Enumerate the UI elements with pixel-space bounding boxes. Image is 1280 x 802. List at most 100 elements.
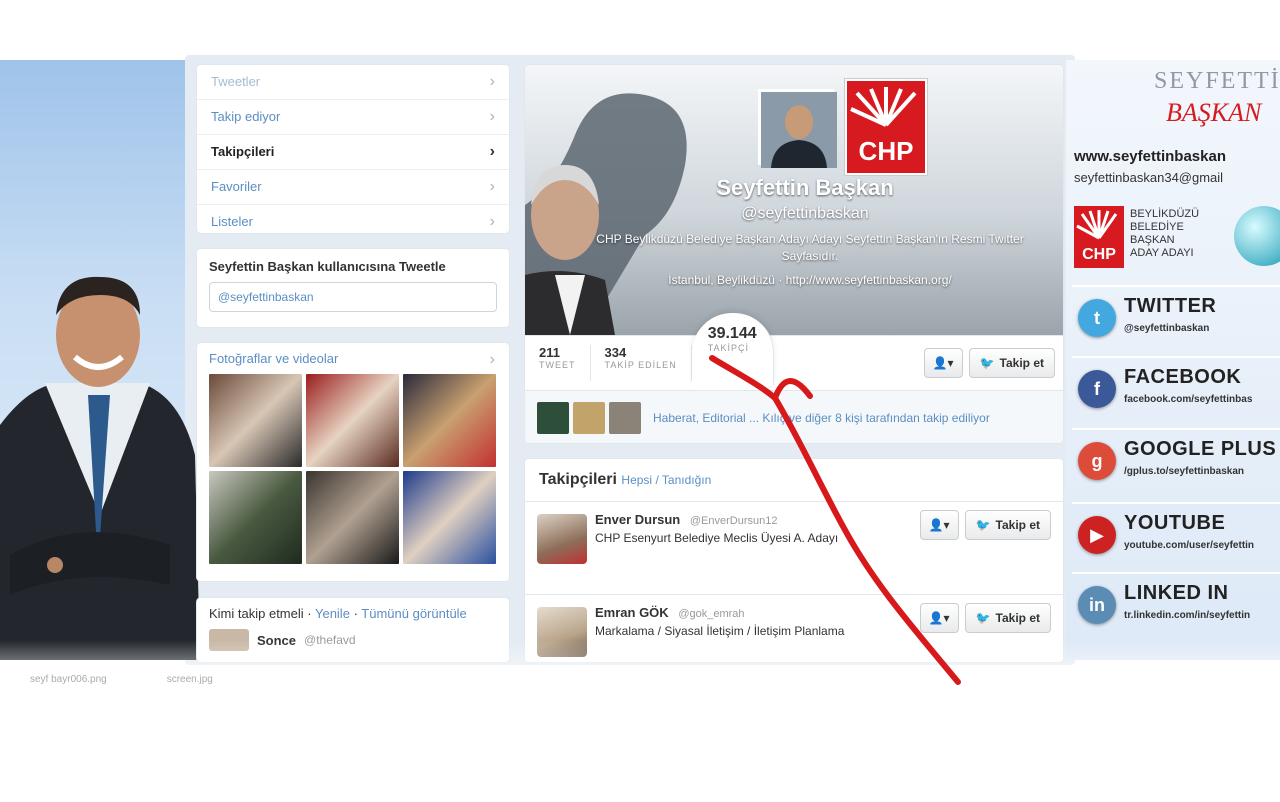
candidate-title-line: BAŞKAN — [1130, 234, 1175, 246]
chp-logo: CHP — [1074, 206, 1124, 268]
chp-logo: CHP — [845, 79, 927, 175]
follower-name[interactable]: Enver Dursun — [595, 512, 680, 527]
photo-thumbnail[interactable] — [403, 471, 496, 564]
stat-label: TAKİP EDİLEN — [604, 360, 677, 370]
download-bar: seyf bayr006.png screen.jpg — [0, 668, 520, 690]
social-title: YOUTUBE — [1124, 512, 1226, 534]
google-plus-icon: g — [1078, 442, 1116, 480]
party-arrows-icon — [1076, 210, 1118, 240]
nav-item-label: Listeler — [211, 214, 253, 229]
stat-value: 334 — [604, 345, 627, 360]
social-url: facebook.com/seyfettinbas — [1124, 394, 1253, 405]
social-url: tr.linkedin.com/in/seyfettin — [1124, 610, 1251, 621]
social-link-linkedin[interactable]: in LINKED IN tr.linkedin.com/in/seyfetti… — [1072, 572, 1280, 636]
red-arrow-annotation — [709, 355, 961, 685]
twitter-bird-icon: 🐦 — [979, 356, 995, 370]
chp-logo-text: CHP — [1082, 246, 1116, 263]
profile-location-url[interactable]: İstanbul, Beylikdüzü · http://www.seyfet… — [595, 273, 1025, 287]
social-link-twitter[interactable]: t TWITTER @seyfettinbaskan — [1072, 285, 1280, 349]
photo-thumbnail[interactable] — [306, 374, 399, 467]
candidate-title-line: BELEDİYE — [1130, 221, 1184, 233]
avatar[interactable] — [609, 402, 641, 434]
photo-thumbnail[interactable] — [209, 471, 302, 564]
avatar[interactable] — [537, 402, 569, 434]
chevron-right-icon: › — [489, 213, 495, 230]
follow-button-label: Takip et — [999, 356, 1044, 370]
download-item[interactable]: seyf bayr006.png — [30, 674, 107, 685]
profile-name: Seyfettin Başkan — [716, 175, 894, 200]
avatar[interactable] — [537, 514, 587, 564]
candidate-photo — [0, 265, 200, 660]
chp-logo-text: CHP — [858, 136, 914, 166]
nav-item-following[interactable]: Takip ediyor › — [197, 100, 509, 135]
nav-item-label: Favoriler — [211, 179, 262, 194]
nav-item-label: Tweetler — [211, 74, 261, 89]
stat-label: TWEET — [539, 360, 576, 370]
social-link-google-plus[interactable]: g GOOGLE PLUS /gplus.to/seyfettinbaskan — [1072, 428, 1280, 492]
chevron-right-icon: › — [489, 73, 495, 90]
chevron-right-icon: › — [489, 108, 495, 125]
social-link-facebook[interactable]: f FACEBOOK facebook.com/seyfettinbas — [1072, 356, 1280, 420]
nav-item-label: Takipçileri — [211, 144, 275, 159]
photos-videos-box: Fotoğraflar ve videolar › — [196, 342, 510, 582]
filter-all-link[interactable]: Hepsi — [621, 473, 652, 487]
social-url: /gplus.to/seyfettinbaskan — [1124, 466, 1245, 477]
social-title: FACEBOOK — [1124, 366, 1242, 388]
photo-grid — [209, 374, 497, 564]
banner-email[interactable]: seyfettinbaskan34@gmail — [1074, 170, 1280, 185]
profile-nav-menu: Tweetler › Takip ediyor › Takipçileri › … — [196, 64, 510, 234]
profile-handle: @seyfettinbaskan — [741, 205, 869, 222]
facebook-icon: f — [1078, 370, 1116, 408]
follower-name[interactable]: Emran GÖK — [595, 605, 669, 620]
followers-list-title: Takipçileri — [539, 471, 617, 488]
follow-button-label: Takip et — [995, 611, 1040, 625]
chevron-right-icon: › — [489, 143, 495, 160]
refresh-link[interactable]: Yenile — [315, 606, 350, 621]
chevron-right-icon: › — [489, 178, 495, 195]
social-title: GOOGLE PLUS — [1124, 438, 1277, 460]
nav-item-tweets[interactable]: Tweetler › — [197, 65, 509, 100]
candidate-title: BEYLİKDÜZÜ BELEDİYE BAŞKAN ADAY ADAYI — [1130, 208, 1240, 260]
who-to-follow-title: Kimi takip etmeli — [209, 606, 304, 621]
right-campaign-banner: SEYFETTİN BAŞKAN www.seyfettinbaskan sey… — [1066, 60, 1280, 660]
avatar — [761, 92, 837, 168]
candidate-title-line: BEYLİKDÜZÜ — [1130, 208, 1200, 220]
filter-separator: / — [652, 473, 662, 487]
tweet-to-title: Seyfettin Başkan kullanıcısına Tweetle — [209, 259, 446, 274]
photos-title[interactable]: Fotoğraflar ve videolar — [209, 351, 497, 366]
banner-logo-line2: BAŞKAN — [1166, 98, 1262, 127]
bottom-fade — [0, 640, 1280, 740]
tweet-input[interactable] — [209, 282, 497, 312]
photo-thumbnail[interactable] — [306, 471, 399, 564]
profile-avatar[interactable] — [758, 89, 837, 168]
profile-bio: CHP Beylikdüzü Belediye Başkan Adayı Ada… — [596, 232, 1024, 263]
tweet-to-user-box: Seyfettin Başkan kullanıcısına Tweetle — [196, 248, 510, 328]
party-arrows-icon — [850, 87, 917, 127]
linkedin-icon: in — [1078, 586, 1116, 624]
follow-button-label: Takip et — [995, 518, 1040, 532]
nav-item-label: Takip ediyor — [211, 109, 281, 124]
banner-logo-line1: SEYFETTİN — [1154, 68, 1280, 94]
view-all-link[interactable]: Tümünü görüntüle — [361, 606, 467, 621]
candidate-title-line: ADAY ADAYI — [1130, 247, 1194, 259]
stat-tweets[interactable]: 211 TWEET — [525, 345, 591, 381]
photo-thumbnail[interactable] — [209, 374, 302, 467]
social-title: LINKED IN — [1124, 582, 1229, 604]
photo-thumbnail[interactable] — [403, 374, 496, 467]
twitter-icon: t — [1078, 299, 1116, 337]
chevron-right-icon[interactable]: › — [490, 351, 495, 369]
nav-item-followers[interactable]: Takipçileri › — [197, 135, 509, 170]
avatar[interactable] — [573, 402, 605, 434]
banner-website[interactable]: www.seyfettinbaskan — [1074, 148, 1280, 165]
decorative-sphere-icon — [1234, 206, 1280, 266]
download-item[interactable]: screen.jpg — [167, 674, 213, 685]
who-to-follow-header: Kimi takip etmeli · Yenile · Tümünü görü… — [209, 606, 467, 621]
social-url: youtube.com/user/seyfettin — [1124, 540, 1255, 551]
follow-button[interactable]: 🐦 Takip et — [968, 348, 1055, 378]
nav-item-lists[interactable]: Listeler › — [197, 205, 509, 239]
profile-cover: CHP Seyfettin Başkan @seyfettinbaskan CH… — [525, 65, 1063, 335]
social-title: TWITTER — [1124, 295, 1217, 317]
social-link-youtube[interactable]: ▶ YOUTUBE youtube.com/user/seyfettin — [1072, 502, 1280, 566]
stat-following[interactable]: 334 TAKİP EDİLEN — [591, 345, 692, 381]
nav-item-favorites[interactable]: Favoriler › — [197, 170, 509, 205]
